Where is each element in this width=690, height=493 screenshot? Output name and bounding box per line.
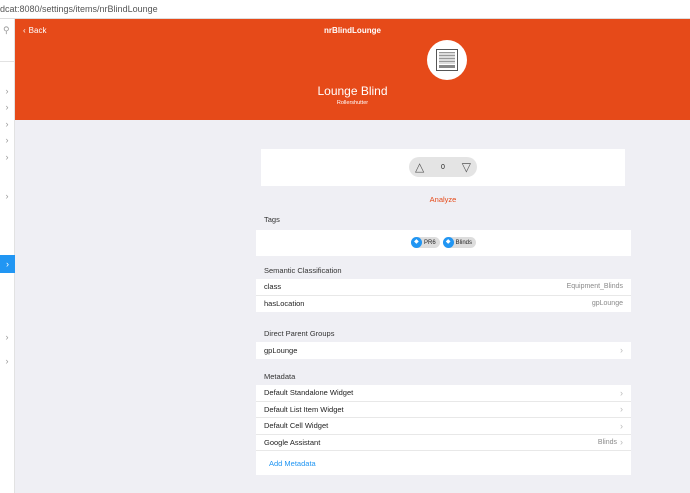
tag-label: PR6 [423, 239, 436, 246]
row-label: Default List Item Widget [264, 404, 344, 414]
analyze-button[interactable]: Analyze [261, 195, 625, 204]
up-arrow-icon[interactable]: △ [415, 157, 424, 177]
parents-section-title: Direct Parent Groups [264, 329, 335, 338]
rollershutter-stepper: △ 0 ▽ [409, 157, 477, 177]
blinds-icon [436, 49, 458, 71]
semantic-row-class: class Equipment_Blinds [256, 279, 631, 296]
tag-icon: ◆ [442, 237, 454, 248]
tags-card: ◆ PR6 ◆ Blinds [256, 230, 631, 256]
semantic-section-title: Semantic Classification [264, 266, 342, 275]
chevron-right-icon: › [620, 437, 623, 448]
chevron-right-icon: › [620, 387, 623, 398]
page-title: nrBlindLounge [324, 26, 381, 35]
item-header: ‹ Back nrBlindLounge Lounge Blind Roller… [15, 19, 690, 120]
tag-chip[interactable]: ◆ Blinds [442, 237, 476, 248]
sidebar-chevron-icon[interactable]: › [2, 330, 12, 344]
sidebar-chevron-icon[interactable]: › [2, 354, 12, 368]
tag-chip[interactable]: ◆ PR6 [410, 237, 440, 248]
metadata-row-list-item-widget[interactable]: Default List Item Widget › [256, 402, 631, 418]
sidebar-chevron-icon[interactable]: › [2, 100, 12, 114]
semantic-card: class Equipment_Blinds hasLocation gpLou… [256, 279, 631, 312]
semantic-row-location: hasLocation gpLounge [256, 296, 631, 313]
sidebar-chevron-icon[interactable]: › [2, 133, 12, 147]
parent-group-row[interactable]: gpLounge › [256, 342, 631, 359]
sidebar-active-item[interactable]: › [0, 255, 15, 273]
chevron-right-icon: › [620, 420, 623, 431]
row-label: gpLounge [264, 345, 298, 355]
metadata-row-standalone-widget[interactable]: Default Standalone Widget › [256, 385, 631, 402]
metadata-row-cell-widget[interactable]: Default Cell Widget › [256, 418, 631, 435]
sidebar-chevron-icon[interactable]: › [2, 189, 12, 203]
row-label: Default Cell Widget [264, 421, 329, 431]
row-value: Blinds [597, 438, 617, 446]
chevron-right-icon: › [620, 404, 623, 415]
tags-section-title: Tags [264, 215, 280, 224]
chevron-right-icon: › [6, 259, 9, 269]
chevron-right-icon: › [620, 345, 623, 356]
sidebar-chevron-icon[interactable]: › [2, 150, 12, 164]
tag-icon: ◆ [410, 237, 422, 248]
row-label: Default Standalone Widget [264, 388, 354, 398]
down-arrow-icon[interactable]: ▽ [462, 157, 471, 177]
parents-card: gpLounge › [256, 342, 631, 359]
metadata-row-google-assistant[interactable]: Google Assistant Blinds › [256, 435, 631, 451]
row-label: hasLocation [264, 299, 305, 309]
sidebar-chevron-icon[interactable]: › [2, 117, 12, 131]
pin-icon[interactable]: ⚲ [3, 25, 10, 36]
tag-label: Blinds [455, 239, 472, 246]
row-label: Google Assistant [264, 437, 321, 447]
rollershutter-control-card: △ 0 ▽ [261, 149, 625, 186]
metadata-card: Default Standalone Widget › Default List… [256, 385, 631, 475]
item-type: Rollershutter [336, 100, 369, 106]
row-value: gpLounge [591, 300, 623, 308]
stepper-value: 0 [441, 163, 445, 171]
url-text: dcat:8080/settings/items/nrBlindLounge [0, 4, 158, 14]
sidebar-separator [0, 61, 15, 62]
sidebar-chevron-icon[interactable]: › [2, 84, 12, 98]
row-label: class [264, 282, 282, 292]
row-value: Equipment_Blinds [566, 283, 623, 291]
address-bar[interactable]: dcat:8080/settings/items/nrBlindLounge [0, 0, 690, 19]
item-avatar [427, 40, 467, 80]
sidebar-strip: ⚲ › › › › › › › › › [0, 19, 15, 493]
item-label: Lounge Blind [317, 84, 388, 98]
metadata-section-title: Metadata [264, 372, 296, 381]
add-metadata-link[interactable]: Add Metadata [256, 451, 631, 475]
